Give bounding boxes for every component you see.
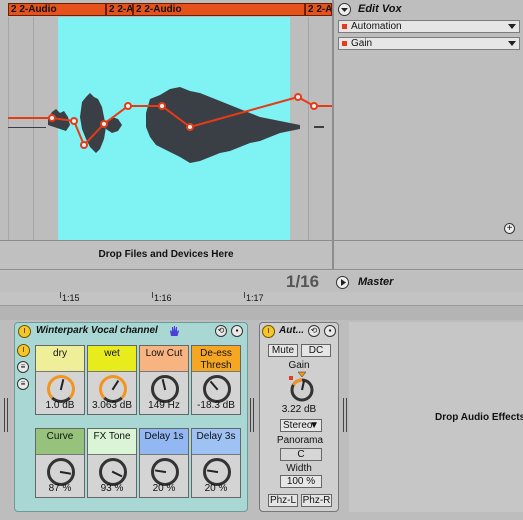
automation-marker-icon (342, 24, 347, 29)
macro-value: 149 Hz (148, 400, 180, 411)
play-arrow-icon (341, 279, 346, 286)
save-preset-icon[interactable]: ▪ (324, 325, 336, 337)
master-fold-button[interactable] (336, 276, 349, 289)
macro-label: De-ess Thresh (192, 346, 240, 372)
macro-knob[interactable] (151, 375, 179, 403)
macro-low-cut[interactable]: Low Cut 149 Hz (139, 345, 189, 415)
hand-icon (170, 326, 179, 336)
waveform-and-automation[interactable] (0, 17, 332, 240)
device-chooser-value: Automation (351, 21, 402, 32)
clip-header[interactable]: 2 2-A (305, 3, 332, 16)
drop-effects-label: Drop Audio Effects (435, 412, 523, 423)
width-field[interactable]: 100 % (280, 475, 322, 488)
macro-label: Delay 1s (140, 429, 188, 455)
width-label: Width (286, 463, 312, 474)
parameter-chooser[interactable]: Gain (338, 37, 520, 50)
width-value: 100 % (286, 476, 316, 487)
drop-files-panel (332, 240, 523, 270)
macro-label: Curve (36, 429, 84, 455)
macro-knob[interactable] (47, 375, 75, 403)
track-control-panel: Edit Vox Automation Gain + (332, 0, 523, 240)
macro-delay-3s[interactable]: Delay 3s 20 % (191, 428, 241, 498)
panorama-label: Panorama (276, 435, 324, 446)
gain-label: Gain (288, 360, 310, 371)
chain-handle[interactable] (250, 398, 254, 432)
chain-handle[interactable] (4, 398, 8, 432)
track-title[interactable]: Edit Vox (358, 3, 402, 15)
macro-value: 87 % (48, 483, 72, 494)
macro-knob[interactable] (203, 458, 231, 486)
chevron-down-icon: ▼ (309, 420, 319, 431)
macro-knob[interactable] (203, 375, 231, 403)
panorama-value: C (297, 449, 305, 460)
macro-wet[interactable]: wet 3.063 dB (87, 345, 137, 415)
device-list-icon[interactable]: ≡ (17, 378, 29, 390)
scroll-divider[interactable] (0, 306, 523, 320)
chain-list-icon[interactable]: ≡ (17, 361, 29, 373)
add-lane-button[interactable]: + (504, 223, 515, 234)
macro-value: -18.3 dB (197, 400, 235, 411)
phase-left-button[interactable]: Phz-L (268, 494, 298, 507)
macro-knob[interactable] (99, 458, 127, 486)
rack-power-button[interactable] (18, 325, 31, 338)
chevron-down-icon (341, 8, 348, 12)
panorama-slider[interactable]: C (280, 448, 322, 461)
utility-settings-icon[interactable]: ⟲ (308, 325, 320, 337)
macro-fx-tone[interactable]: FX Tone 93 % (87, 428, 137, 498)
time-label: 1:16 (154, 293, 172, 303)
timeline-ruler[interactable]: 1:15 1:16 1:17 (0, 292, 523, 306)
device-chooser[interactable]: Automation (338, 20, 520, 33)
clip-header[interactable]: 2 2-Audio (8, 3, 106, 16)
macro-label: Low Cut (140, 346, 188, 372)
clip-header[interactable]: 2 2-Audio (133, 3, 305, 16)
utility-power-button[interactable] (262, 325, 275, 338)
chain-handle[interactable] (343, 398, 347, 432)
arrangement-view[interactable]: 2 2-Audio 2 2-A 2 2-Audio 2 2-A (0, 0, 332, 240)
macro-curve[interactable]: Curve 87 % (35, 428, 85, 498)
rack-settings-icon[interactable]: ⟲ (215, 325, 227, 337)
phase-right-button[interactable]: Phz-R (301, 494, 332, 507)
parameter-chooser-value: Gain (351, 38, 373, 49)
channel-mode-value: Stereo (283, 420, 313, 431)
macro-value: 3.063 dB (91, 400, 133, 411)
dc-button[interactable]: DC (301, 344, 331, 357)
master-track[interactable] (0, 271, 523, 293)
channel-mode-select[interactable]: Stereo ▼ (280, 419, 322, 432)
time-label: 1:15 (62, 293, 80, 303)
macro-value: 1.0 dB (45, 400, 75, 411)
track-fold-button[interactable] (338, 3, 351, 16)
macro-view-toggle[interactable] (17, 344, 30, 357)
macro-knob[interactable] (99, 375, 127, 403)
gain-value: 3.22 dB (281, 404, 317, 415)
gain-knob[interactable] (288, 371, 316, 403)
macro-value: 20 % (204, 483, 228, 494)
macro-label: FX Tone (88, 429, 136, 455)
clip-header[interactable]: 2 2-A (106, 3, 133, 16)
time-label: 1:17 (246, 293, 264, 303)
macro-label: wet (88, 346, 136, 372)
macro-delay-1s[interactable]: Delay 1s 20 % (139, 428, 189, 498)
quantization-display[interactable]: 1/16 (286, 272, 319, 292)
chevron-down-icon (508, 41, 516, 46)
macro-knob[interactable] (151, 458, 179, 486)
rack-title[interactable]: Winterpark Vocal channel (36, 325, 158, 336)
utility-title[interactable]: Aut... (279, 325, 304, 336)
macro-de-ess-thresh[interactable]: De-ess Thresh -18.3 dB (191, 345, 241, 415)
save-preset-icon[interactable]: ▪ (231, 325, 243, 337)
macro-knob[interactable] (47, 458, 75, 486)
automation-marker-icon (342, 41, 347, 46)
audio-waveform (8, 87, 324, 163)
macro-dry[interactable]: dry 1.0 dB (35, 345, 85, 415)
macro-value: 93 % (100, 483, 124, 494)
macro-value: 20 % (152, 483, 176, 494)
drop-files-area[interactable]: Drop Files and Devices Here (0, 240, 332, 270)
master-label[interactable]: Master (358, 276, 393, 288)
macro-label: dry (36, 346, 84, 372)
macro-label: Delay 3s (192, 429, 240, 455)
mute-button[interactable]: Mute (268, 344, 298, 357)
chevron-down-icon (508, 24, 516, 29)
